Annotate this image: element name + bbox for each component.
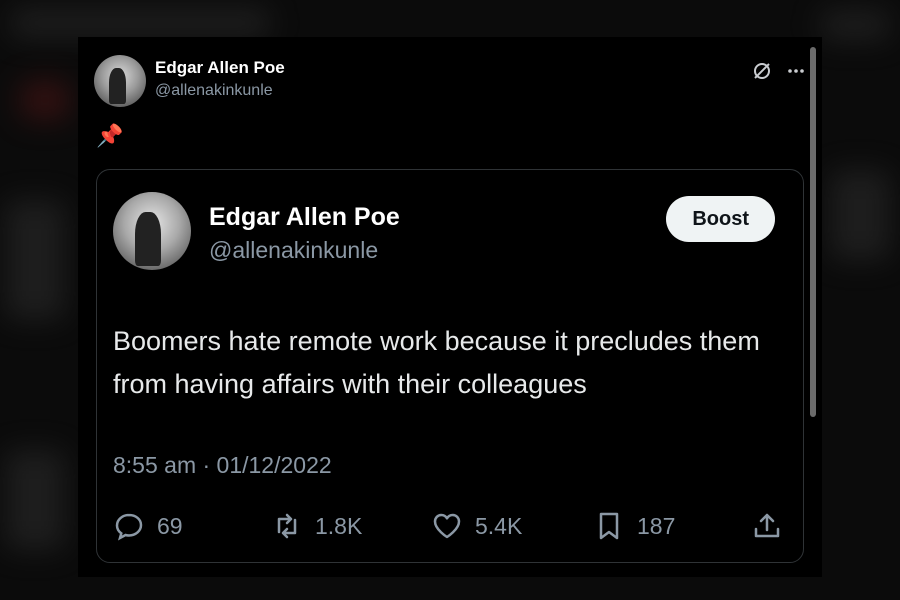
reply-action[interactable]: 69 <box>113 510 183 542</box>
engagement-bar: 69 1.8K 5.4K 187 <box>113 510 783 546</box>
author-handle[interactable]: @allenakinkunle <box>155 82 273 100</box>
tweet-header: Edgar Allen Poe @allenakinkunle <box>94 55 806 111</box>
bookmark-count: 187 <box>637 512 676 539</box>
reply-count: 69 <box>157 512 183 539</box>
repost-action[interactable]: 1.8K <box>271 510 362 542</box>
quoted-author-name[interactable]: Edgar Allen Poe <box>209 203 400 232</box>
like-count: 5.4K <box>475 512 523 539</box>
share-action[interactable] <box>751 510 783 542</box>
repost-icon <box>277 513 297 539</box>
tweet-text: Boomers hate remote work because it prec… <box>113 326 760 399</box>
timestamp[interactable]: 8:55 am · 01/12/2022 <box>113 452 332 479</box>
more-icon[interactable] <box>786 61 806 86</box>
repost-count: 1.8K <box>315 512 363 539</box>
tweet-card: Edgar Allen Poe @allenakinkunle 📌 Edgar … <box>78 37 822 577</box>
pin-icon: 📌 <box>96 123 124 148</box>
like-icon <box>433 513 461 539</box>
scrollbar[interactable] <box>810 47 816 417</box>
quoted-tweet[interactable]: Edgar Allen Poe @allenakinkunle Boost Bo… <box>96 169 804 563</box>
grok-icon[interactable] <box>752 61 772 86</box>
reply-icon <box>115 513 143 541</box>
quoted-avatar[interactable] <box>113 192 191 270</box>
header-actions <box>752 61 806 86</box>
share-icon <box>754 513 780 538</box>
avatar[interactable] <box>94 55 146 107</box>
bookmark-icon <box>599 512 619 540</box>
author-name[interactable]: Edgar Allen Poe <box>155 58 285 78</box>
like-action[interactable]: 5.4K <box>431 510 522 542</box>
quoted-author-handle[interactable]: @allenakinkunle <box>209 237 378 264</box>
bookmark-action[interactable]: 187 <box>593 510 675 542</box>
boost-button[interactable]: Boost <box>666 196 775 242</box>
